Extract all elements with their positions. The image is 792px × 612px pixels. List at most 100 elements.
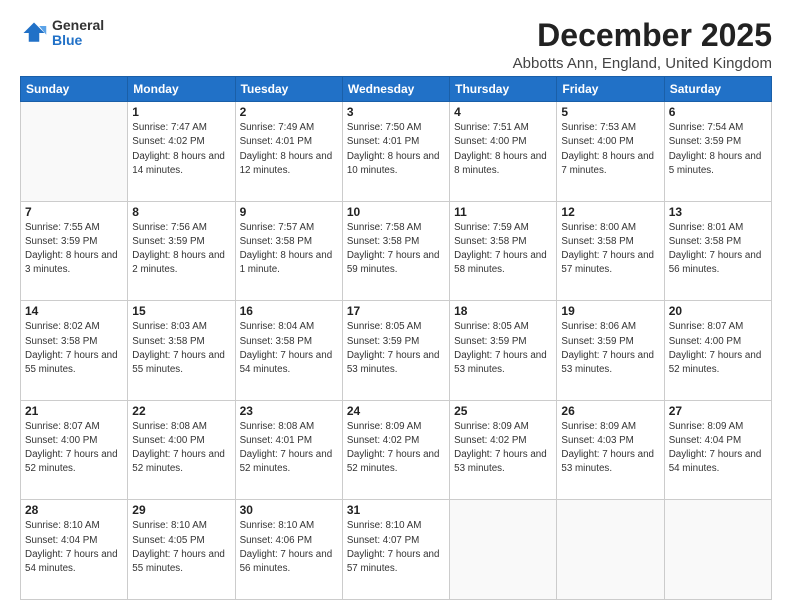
table-row: 1Sunrise: 7:47 AMSunset: 4:02 PMDaylight…: [128, 102, 235, 202]
table-row: 6 Sunrise: 7:54 AMSunset: 3:59 PMDaylight…: [664, 102, 771, 202]
calendar-table: Sunday Monday Tuesday Wednesday Thursday…: [20, 76, 772, 600]
day-number: 2: [240, 105, 338, 119]
col-tuesday: Tuesday: [235, 77, 342, 102]
day-number: 21: [25, 404, 123, 418]
day-info: Sunrise: 7:56 AMSunset: 3:59 PMDaylight:…: [132, 221, 230, 278]
table-row: 27 Sunrise: 8:09 AMSunset: 4:04 PMDayligh…: [664, 400, 771, 500]
logo-text: General Blue: [52, 18, 104, 49]
day-info: Sunrise: 8:09 AMSunset: 4:02 PMDaylight:…: [347, 420, 445, 477]
title-block: December 2025 Abbotts Ann, England, Unit…: [513, 18, 772, 72]
table-row: 7 Sunrise: 7:55 AMSunset: 3:59 PMDaylight…: [21, 201, 128, 301]
day-info: Sunrise: 7:54 AMSunset: 3:59 PMDaylight:…: [669, 121, 767, 178]
day-number: 5: [561, 105, 659, 119]
calendar-week-row: 14 Sunrise: 8:02 AMSunset: 3:58 PMDayligh…: [21, 301, 772, 401]
day-number: 19: [561, 304, 659, 318]
day-number: 16: [240, 304, 338, 318]
day-info: Sunrise: 8:03 AMSunset: 3:58 PMDaylight:…: [132, 320, 230, 377]
day-number: 26: [561, 404, 659, 418]
calendar-week-row: 7 Sunrise: 7:55 AMSunset: 3:59 PMDaylight…: [21, 201, 772, 301]
header: General Blue December 2025 Abbotts Ann, …: [20, 18, 772, 72]
day-number: 30: [240, 503, 338, 517]
day-number: 20: [669, 304, 767, 318]
table-row: 11 Sunrise: 7:59 AMSunset: 3:58 PMDayligh…: [450, 201, 557, 301]
day-info: Sunrise: 7:50 AMSunset: 4:01 PMDaylight:…: [347, 121, 445, 178]
day-info: Sunrise: 8:01 AMSunset: 3:58 PMDaylight:…: [669, 221, 767, 278]
table-row: 20 Sunrise: 8:07 AMSunset: 4:00 PMDayligh…: [664, 301, 771, 401]
table-row: 5 Sunrise: 7:53 AMSunset: 4:00 PMDaylight…: [557, 102, 664, 202]
table-row: 4Sunrise: 7:51 AMSunset: 4:00 PMDaylight…: [450, 102, 557, 202]
logo-general: General: [52, 18, 104, 33]
table-row: 21Sunrise: 8:07 AMSunset: 4:00 PMDayligh…: [21, 400, 128, 500]
table-row: [557, 500, 664, 600]
table-row: 29Sunrise: 8:10 AMSunset: 4:05 PMDayligh…: [128, 500, 235, 600]
day-number: 13: [669, 205, 767, 219]
day-info: Sunrise: 8:08 AMSunset: 4:01 PMDaylight:…: [240, 420, 338, 477]
day-info: Sunrise: 8:05 AMSunset: 3:59 PMDaylight:…: [454, 320, 552, 377]
table-row: 30 Sunrise: 8:10 AMSunset: 4:06 PMDayligh…: [235, 500, 342, 600]
col-monday: Monday: [128, 77, 235, 102]
day-info: Sunrise: 8:07 AMSunset: 4:00 PMDaylight:…: [669, 320, 767, 377]
table-row: 16 Sunrise: 8:04 AMSunset: 3:58 PMDayligh…: [235, 301, 342, 401]
month-year: December 2025: [513, 18, 772, 53]
day-number: 18: [454, 304, 552, 318]
day-number: 4: [454, 105, 552, 119]
day-number: 31: [347, 503, 445, 517]
logo: General Blue: [20, 18, 104, 49]
calendar-week-row: 28 Sunrise: 8:10 AMSunset: 4:04 PMDayligh…: [21, 500, 772, 600]
day-info: Sunrise: 7:53 AMSunset: 4:00 PMDaylight:…: [561, 121, 659, 178]
day-info: Sunrise: 8:10 AMSunset: 4:06 PMDaylight:…: [240, 519, 338, 576]
col-wednesday: Wednesday: [342, 77, 449, 102]
day-number: 12: [561, 205, 659, 219]
table-row: 13 Sunrise: 8:01 AMSunset: 3:58 PMDayligh…: [664, 201, 771, 301]
day-number: 29: [132, 503, 230, 517]
table-row: 24 Sunrise: 8:09 AMSunset: 4:02 PMDayligh…: [342, 400, 449, 500]
table-row: 17Sunrise: 8:05 AMSunset: 3:59 PMDayligh…: [342, 301, 449, 401]
day-number: 11: [454, 205, 552, 219]
table-row: 2Sunrise: 7:49 AMSunset: 4:01 PMDaylight…: [235, 102, 342, 202]
day-number: 6: [669, 105, 767, 119]
day-number: 9: [240, 205, 338, 219]
day-info: Sunrise: 8:09 AMSunset: 4:03 PMDaylight:…: [561, 420, 659, 477]
table-row: [21, 102, 128, 202]
day-number: 15: [132, 304, 230, 318]
table-row: 8Sunrise: 7:56 AMSunset: 3:59 PMDaylight…: [128, 201, 235, 301]
day-info: Sunrise: 7:55 AMSunset: 3:59 PMDaylight:…: [25, 221, 123, 278]
day-info: Sunrise: 8:09 AMSunset: 4:02 PMDaylight:…: [454, 420, 552, 477]
day-info: Sunrise: 8:02 AMSunset: 3:58 PMDaylight:…: [25, 320, 123, 377]
day-number: 22: [132, 404, 230, 418]
day-number: 27: [669, 404, 767, 418]
day-info: Sunrise: 7:58 AMSunset: 3:58 PMDaylight:…: [347, 221, 445, 278]
day-info: Sunrise: 8:00 AMSunset: 3:58 PMDaylight:…: [561, 221, 659, 278]
day-info: Sunrise: 8:10 AMSunset: 4:04 PMDaylight:…: [25, 519, 123, 576]
day-number: 10: [347, 205, 445, 219]
table-row: 10 Sunrise: 7:58 AMSunset: 3:58 PMDayligh…: [342, 201, 449, 301]
table-row: [664, 500, 771, 600]
day-info: Sunrise: 7:59 AMSunset: 3:58 PMDaylight:…: [454, 221, 552, 278]
table-row: 14 Sunrise: 8:02 AMSunset: 3:58 PMDayligh…: [21, 301, 128, 401]
day-info: Sunrise: 8:04 AMSunset: 3:58 PMDaylight:…: [240, 320, 338, 377]
page: General Blue December 2025 Abbotts Ann, …: [0, 0, 792, 612]
table-row: 25Sunrise: 8:09 AMSunset: 4:02 PMDayligh…: [450, 400, 557, 500]
table-row: 12 Sunrise: 8:00 AMSunset: 3:58 PMDayligh…: [557, 201, 664, 301]
day-info: Sunrise: 8:10 AMSunset: 4:07 PMDaylight:…: [347, 519, 445, 576]
day-number: 14: [25, 304, 123, 318]
day-number: 3: [347, 105, 445, 119]
logo-blue: Blue: [52, 33, 104, 48]
day-info: Sunrise: 8:05 AMSunset: 3:59 PMDaylight:…: [347, 320, 445, 377]
calendar-week-row: 1Sunrise: 7:47 AMSunset: 4:02 PMDaylight…: [21, 102, 772, 202]
location: Abbotts Ann, England, United Kingdom: [513, 55, 772, 72]
day-number: 24: [347, 404, 445, 418]
table-row: 9 Sunrise: 7:57 AMSunset: 3:58 PMDaylight…: [235, 201, 342, 301]
col-thursday: Thursday: [450, 77, 557, 102]
day-number: 23: [240, 404, 338, 418]
table-row: [450, 500, 557, 600]
table-row: 15 Sunrise: 8:03 AMSunset: 3:58 PMDayligh…: [128, 301, 235, 401]
day-number: 28: [25, 503, 123, 517]
day-info: Sunrise: 7:57 AMSunset: 3:58 PMDaylight:…: [240, 221, 338, 278]
table-row: 3 Sunrise: 7:50 AMSunset: 4:01 PMDaylight…: [342, 102, 449, 202]
table-row: 19Sunrise: 8:06 AMSunset: 3:59 PMDayligh…: [557, 301, 664, 401]
day-info: Sunrise: 8:09 AMSunset: 4:04 PMDaylight:…: [669, 420, 767, 477]
day-info: Sunrise: 8:08 AMSunset: 4:00 PMDaylight:…: [132, 420, 230, 477]
day-number: 1: [132, 105, 230, 119]
day-number: 7: [25, 205, 123, 219]
